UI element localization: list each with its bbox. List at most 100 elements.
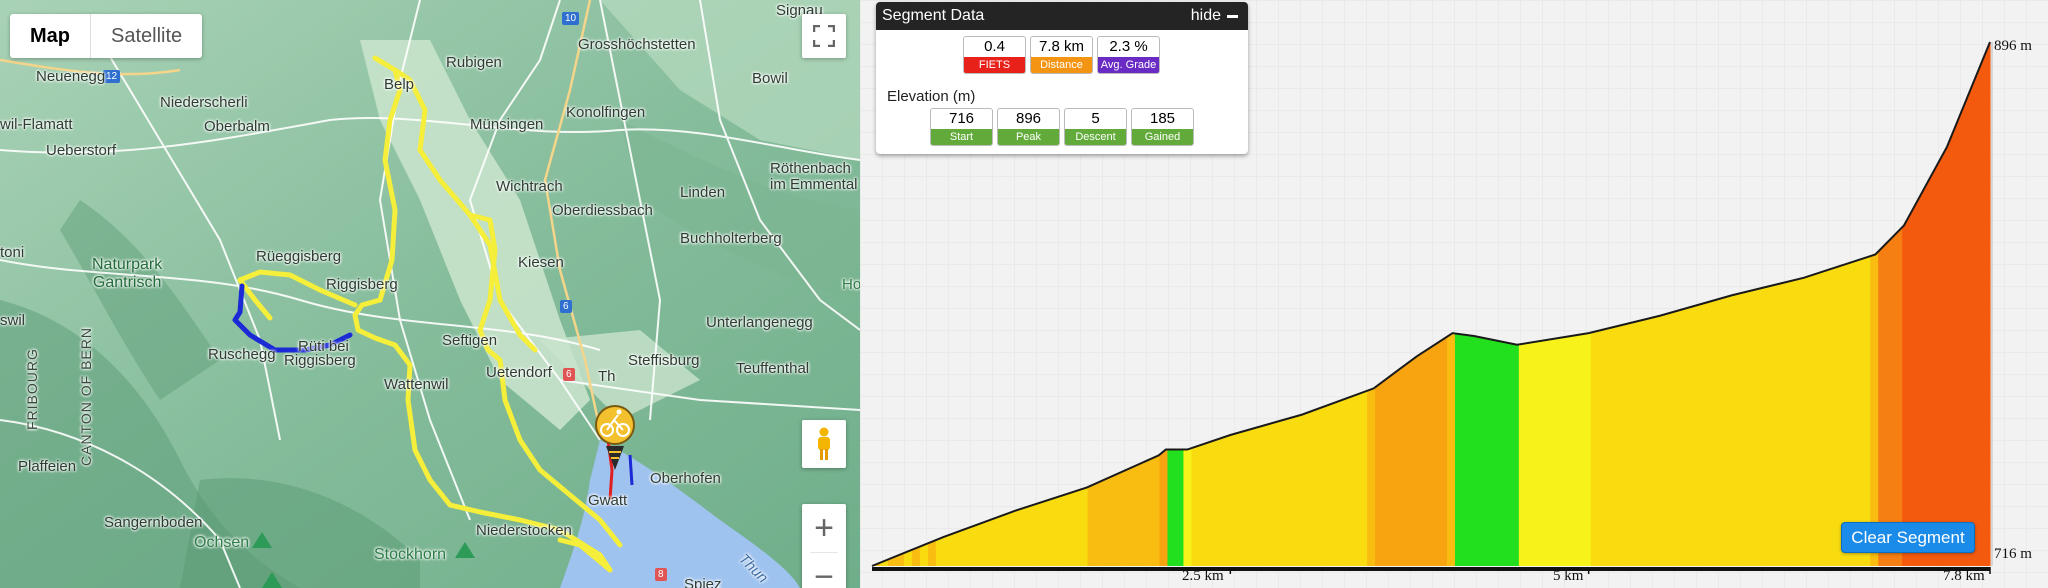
stat-value: 5 [1091,110,1100,127]
map-label-konolfingen: Konolfingen [566,104,646,121]
fullscreen-icon [813,25,835,47]
grade-band [1646,317,1656,566]
map-label-kiesen: Kiesen [518,254,564,271]
map-label-wichtrach: Wichtrach [496,178,563,195]
map-label-unterlangenegg: Unterlangenegg [706,314,813,331]
grade-band [1726,294,1736,566]
grade-band [1846,261,1855,566]
elevation-title: Elevation (m) [887,88,976,105]
grade-band [1758,286,1767,566]
stat-peak: 896 Peak [997,108,1060,146]
stat-label: FIETS [964,57,1025,73]
grade-band [1462,334,1472,566]
x-axis-label-7-8km: 7.8 km [1943,568,1985,584]
road-shield-10: 10 [562,12,580,25]
map-label-th: Th [598,368,616,385]
stat-label: Avg. Grade [1098,57,1159,73]
map-label-ruschegg: Ruschegg [208,346,276,363]
grade-band [927,540,937,566]
grade-band [1958,100,1967,566]
grade-band [975,522,985,566]
grade-band [1143,458,1153,566]
map-label-canton-of-bern: CANTON OF BERN [78,327,94,466]
grade-band [1814,271,1823,566]
map-label-fribourg: FRIBOURG [24,348,40,430]
stat-value: 7.8 km [1038,38,1084,55]
grade-band [1311,408,1320,566]
grade-band [1207,440,1216,566]
grade-band [983,519,993,566]
grade-band [1199,442,1208,566]
grade-band [1870,251,1879,566]
stat-label: Start [931,129,992,145]
stat-value: 2.3 % [1109,38,1148,55]
hide-label: hide [1190,7,1221,24]
map-label-wil-flamatt: wil-Flamatt [0,116,73,133]
map-label-plaffeien: Plaffeien [18,458,77,475]
grade-band [1526,341,1536,566]
grade-band [1478,337,1488,566]
map-label-ueberstorf: Ueberstorf [46,142,117,159]
collapse-icon [1227,14,1238,18]
hide-button[interactable]: hide [1191,7,1238,25]
clear-segment-button[interactable]: Clear Segment [1841,522,1975,553]
map-label-steffisburg: Steffisburg [628,352,700,369]
pegman-icon [818,427,830,460]
map-label-im-emmental: im Emmental [770,176,858,193]
grade-band [1782,281,1791,566]
grade-band [1966,80,1975,566]
grade-band [1391,369,1400,566]
segment-stats: 0.4 FIETS 7.8 km Distance 2.3 % Avg. Gra… [963,36,1160,74]
grade-band [1007,510,1017,566]
fullscreen-button[interactable] [802,14,846,58]
street-view-button[interactable] [802,420,846,468]
road-shield-6-red: 6 [563,368,575,381]
grade-band [1151,454,1161,566]
grade-band [1694,303,1704,566]
grade-band [1047,497,1057,566]
road-shield-12: 12 [103,70,121,83]
map-label-naturpark: Naturpark Gantrisch [92,256,163,291]
map-label-uetendorf: Uetendorf [486,364,552,381]
grade-band [1454,333,1464,566]
grade-band [1375,381,1384,566]
map-label-niederstocken: Niederstocken [476,522,572,539]
grade-band [1702,301,1712,566]
grade-band [1910,199,1919,566]
grade-band [1287,416,1296,566]
road-shield-8: 8 [655,568,667,581]
plus-icon: + [814,508,834,547]
route-map[interactable]: 10 12 6 6 8 Signau Neuenegg Rubigen Gros… [0,0,860,588]
road-shield-6: 6 [560,300,572,313]
map-label-oberbalm: Oberbalm [204,118,270,135]
grade-band [1878,243,1887,566]
zoom-out-button[interactable]: − [802,553,846,588]
stat-value: 716 [948,110,975,127]
grade-band [1055,494,1065,566]
minus-icon: − [814,557,834,588]
stat-distance: 7.8 km Distance [1030,36,1093,74]
grade-band [1470,335,1480,566]
grade-band [1446,333,1456,566]
grade-band [1854,258,1863,566]
grade-band [1942,139,1951,567]
grade-band [1127,465,1137,566]
grade-band [1119,469,1129,566]
stat-value: 0.4 [984,38,1005,55]
grade-band [1598,328,1608,566]
grade-band [1838,263,1847,566]
map-type-satellite-button[interactable]: Satellite [91,14,202,58]
grade-band [1542,339,1552,566]
grade-band [1822,269,1831,566]
grade-band [1367,387,1376,566]
map-type-map-button[interactable]: Map [10,14,91,58]
map-label-belp: Belp [384,76,415,93]
stat-value: 896 [1015,110,1042,127]
zoom-in-button[interactable]: + [802,504,846,552]
map-label-neuenegg: Neuenegg [36,68,106,85]
grade-band [1175,449,1185,566]
grade-band [935,536,945,566]
grade-band [1566,335,1576,566]
grade-band [1239,430,1248,566]
grade-band [1614,324,1624,566]
